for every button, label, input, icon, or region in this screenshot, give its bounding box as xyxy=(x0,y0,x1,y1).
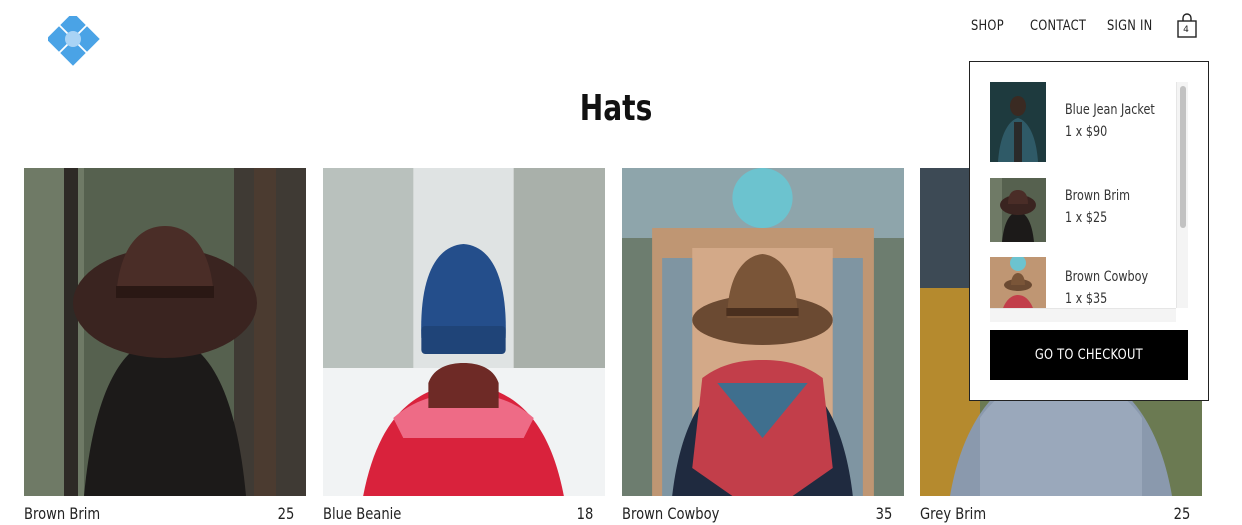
cart-item: Brown Cowboy 1 x $35 xyxy=(990,257,1180,308)
blue-beanie-photo xyxy=(323,168,605,496)
product-price: 25 xyxy=(277,504,294,523)
product-price: 25 xyxy=(1173,504,1190,523)
product-card[interactable]: Brown Cowboy 35 xyxy=(622,168,904,525)
cart-dropdown: Blue Jean Jacket 1 x $90 Brown Brim 1 x … xyxy=(969,61,1209,401)
nav-sign-in-link[interactable]: SIGN IN xyxy=(1107,18,1153,34)
shopping-bag-icon[interactable]: 4 xyxy=(1176,13,1198,39)
cart-item: Brown Brim 1 x $25 xyxy=(990,178,1180,244)
cart-item-name: Brown Brim xyxy=(1065,188,1131,204)
cart-item-name: Blue Jean Jacket xyxy=(1065,102,1155,118)
cart-item-qty-price: 1 x $35 xyxy=(1065,291,1108,307)
cart-items-list[interactable]: Blue Jean Jacket 1 x $90 Brown Brim 1 x … xyxy=(990,82,1188,308)
cart-item: Blue Jean Jacket 1 x $90 xyxy=(990,82,1180,162)
page-title: Hats xyxy=(579,88,653,129)
nav-contact-link[interactable]: CONTACT xyxy=(1030,18,1086,34)
product-price: 35 xyxy=(875,504,892,523)
brown-brim-photo xyxy=(24,168,306,496)
blue-jean-jacket-thumbnail xyxy=(990,82,1046,162)
brown-cowboy-photo xyxy=(622,168,904,496)
nav-shop-link[interactable]: SHOP xyxy=(971,18,1004,34)
product-card[interactable]: Brown Brim 25 xyxy=(24,168,306,525)
product-name: Brown Cowboy xyxy=(622,504,720,523)
cart-horizontal-scrollbar[interactable] xyxy=(990,308,1176,322)
product-price: 18 xyxy=(576,504,593,523)
cart-scrollbar-thumb[interactable] xyxy=(1180,86,1186,228)
cart-item-qty-price: 1 x $90 xyxy=(1065,124,1108,140)
logo-icon[interactable] xyxy=(46,12,100,68)
cart-item-name: Brown Cowboy xyxy=(1065,269,1149,285)
cart-vertical-scrollbar[interactable] xyxy=(1176,82,1188,308)
brown-brim-thumbnail xyxy=(990,178,1046,242)
product-name: Grey Brim xyxy=(920,504,987,523)
go-to-checkout-button[interactable]: GO TO CHECKOUT xyxy=(990,330,1188,380)
product-card[interactable]: Blue Beanie 18 xyxy=(323,168,605,525)
brown-cowboy-thumbnail xyxy=(990,257,1046,308)
product-name: Brown Brim xyxy=(24,504,101,523)
cart-item-qty-price: 1 x $25 xyxy=(1065,210,1108,226)
product-name: Blue Beanie xyxy=(323,504,402,523)
cart-count-badge: 4 xyxy=(1183,25,1189,35)
checkout-button-label: GO TO CHECKOUT xyxy=(1034,347,1143,363)
